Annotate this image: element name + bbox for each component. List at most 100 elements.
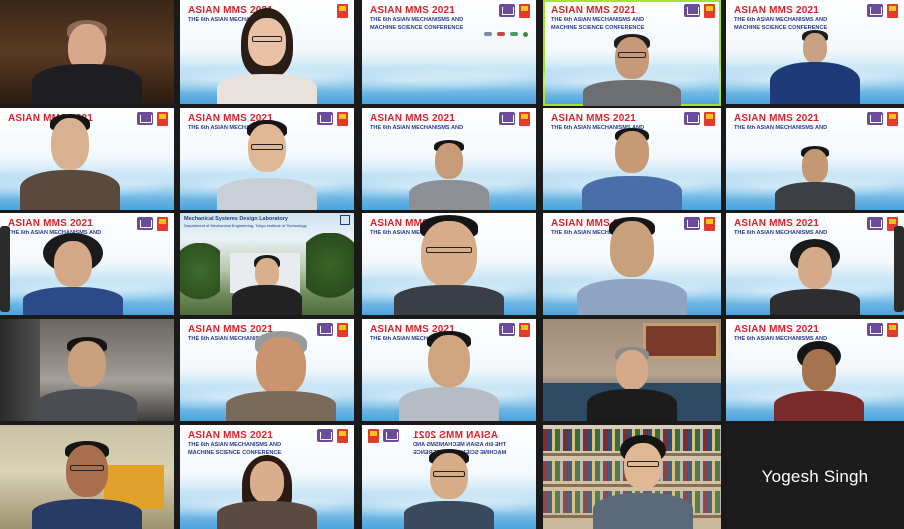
participant-tile[interactable]: ASIAN MMS 2021 THE 6th ASIAN MECHANISMS … <box>180 425 354 529</box>
conference-title: ASIAN MMS 2021 <box>734 218 820 229</box>
participant-tile[interactable] <box>543 425 721 529</box>
hust-logo-icon <box>519 323 530 337</box>
participant-tile[interactable] <box>0 319 174 421</box>
conference-subtitle: THE 6th ASIAN MECHANISMS AND <box>734 230 828 236</box>
iftomm-logo-icon <box>867 4 883 17</box>
conference-banner: ASIAN MMS 2021 THE 6th ASIAN MECHANISMS … <box>370 113 485 132</box>
hust-logo-icon <box>337 112 348 126</box>
participant-tile[interactable]: ASIAN MMS 2021 THE 6th ASIAN MECHANISMS … <box>0 213 174 315</box>
hust-logo-icon <box>704 112 715 126</box>
sponsor-logos <box>484 32 528 37</box>
participant-video <box>18 233 128 315</box>
participant-video <box>27 4 147 104</box>
participant-tile-no-video[interactable]: Yogesh Singh <box>726 425 904 529</box>
participant-tile[interactable]: ASIAN MMS 2021 THE 6th ASIAN MECHANISMS … <box>726 213 904 315</box>
iftomm-logo-icon <box>499 112 515 125</box>
conference-banner: ASIAN MMS 2021 THE 6th ASIAN MECHANISMS … <box>551 5 668 31</box>
participant-video <box>15 112 125 210</box>
hust-logo-icon <box>887 4 898 18</box>
conference-title: ASIAN MMS 2021 <box>551 5 637 16</box>
participant-tile[interactable]: Mechanical Systems Design Laboratory Dep… <box>180 213 354 315</box>
iftomm-logo-icon <box>684 112 700 125</box>
conference-title: ASIAN MMS 2021 <box>370 113 456 124</box>
participant-video <box>765 239 865 315</box>
conference-subtitle: MACHINE SCIENCE CONFERENCE <box>551 24 645 31</box>
conference-banner: ASIAN MMS 2021 THE 6th ASIAN MECHANISMS … <box>734 5 851 31</box>
conference-logos <box>684 112 715 126</box>
participant-video <box>27 441 147 529</box>
conference-title: ASIAN MMS 2021 <box>188 430 274 441</box>
university-logo-icon <box>340 215 350 225</box>
participant-tile[interactable]: ASIAN MMS 2021 THE 6th ASIAN MECHANISMS … <box>726 108 904 210</box>
conference-title: ASIAN MMS 2021 <box>734 5 820 16</box>
conference-logos <box>337 4 348 18</box>
next-page-button[interactable] <box>894 226 904 312</box>
participant-video <box>765 30 865 104</box>
iftomm-logo-icon <box>867 323 883 336</box>
participant-tile-active-speaker[interactable]: ASIAN MMS 2021 THE 6th ASIAN MECHANISMS … <box>543 0 721 106</box>
hust-logo-icon <box>337 429 348 443</box>
conference-banner: ASIAN MMS 2021 THE 6th ASIAN MECHANISMS … <box>734 113 851 132</box>
conference-logos <box>867 4 898 18</box>
tree-image <box>306 233 354 313</box>
participant-video <box>588 435 698 529</box>
conference-banner: ASIAN MMS 2021 THE 6th ASIAN MECHANISMS … <box>734 324 851 343</box>
participant-tile[interactable]: ASIAN MMS 2021 THE 6th ASIAN MECHANISMS … <box>362 213 536 315</box>
conference-logos <box>867 112 898 126</box>
participant-video <box>32 337 142 421</box>
iftomm-logo-icon <box>684 4 700 17</box>
participant-video <box>389 215 509 315</box>
participant-video <box>404 140 494 210</box>
hust-logo-icon <box>704 4 715 18</box>
participant-video <box>221 331 341 421</box>
lab-title: Mechanical Systems Design Laboratory <box>184 216 288 222</box>
iftomm-logo-icon <box>137 217 153 230</box>
participant-tile[interactable]: ASIAN MMS 2021 THE 6th ASIAN MECHANISMS … <box>180 319 354 421</box>
participant-tile[interactable] <box>543 319 721 421</box>
conference-title: ASIAN MMS 2021 <box>370 5 456 16</box>
conference-logos <box>499 4 530 18</box>
participant-tile[interactable]: ASIAN MMS 2021 THE 6th ASIAN MECHANISMS … <box>362 0 536 104</box>
conference-logos <box>317 429 348 443</box>
conference-logos <box>137 217 168 231</box>
tree-image <box>180 243 220 313</box>
conference-subtitle: THE 6th ASIAN MECHANISMS AND <box>734 17 828 23</box>
hust-logo-icon <box>337 4 348 18</box>
conference-logos <box>499 112 530 126</box>
participant-video <box>769 341 869 421</box>
conference-subtitle: THE 6th ASIAN MECHANISMS AND <box>370 125 464 131</box>
participant-video <box>577 128 687 210</box>
iftomm-logo-icon <box>137 112 153 125</box>
participant-tile[interactable]: ASIAN MMS 2021 <box>0 108 174 210</box>
participant-video <box>577 34 687 106</box>
conference-logos <box>368 429 399 443</box>
hust-logo-icon <box>368 429 379 443</box>
participant-tile[interactable]: ASIAN MMS 2021 THE 6th ASIAN MECHANISMS … <box>543 213 721 315</box>
hust-logo-icon <box>519 4 530 18</box>
participant-tile[interactable]: ASIAN MMS 2021 THE 6th ASIAN MECHANISMS … <box>726 0 904 104</box>
participant-tile[interactable]: ASIAN MMS 2021 THE 6th ASIAN MECHANISMS … <box>543 108 721 210</box>
participant-tile-mirrored[interactable]: ASIAN MMS 2021 THE 6th ASIAN MECHANISMS … <box>362 425 536 529</box>
conference-title: ASIAN MMS 2021 <box>734 324 820 335</box>
lab-banner: Mechanical Systems Design Laboratory Dep… <box>184 216 350 228</box>
participant-tile[interactable]: ASIAN MMS 2021 THE 6th ASIAN MECHANISMS … <box>180 0 354 104</box>
conference-subtitle: THE 6th ASIAN MECHANISMS AND <box>551 17 645 23</box>
conference-banner: ASIAN MMS 2021 THE 6th ASIAN MECHANISMS … <box>188 430 303 456</box>
participant-tile[interactable]: ASIAN MMS 2021 THE 6th ASIAN MECHANISMS … <box>362 108 536 210</box>
hust-logo-icon <box>157 112 168 126</box>
participant-video <box>227 255 307 315</box>
participant-tile[interactable] <box>0 425 174 529</box>
participant-tile[interactable]: ASIAN MMS 2021 THE 6th ASIAN MECHANISMS … <box>726 319 904 421</box>
participant-video <box>212 6 322 104</box>
participant-tile[interactable] <box>0 0 174 104</box>
conference-subtitle: THE 6th ASIAN MECHANISMS AND <box>188 442 282 448</box>
hust-logo-icon <box>887 112 898 126</box>
iftomm-logo-icon <box>867 112 883 125</box>
previous-page-button[interactable] <box>0 226 10 312</box>
participant-tile[interactable]: ASIAN MMS 2021 THE 6th ASIAN MECHANISMS … <box>180 108 354 210</box>
hust-logo-icon <box>887 323 898 337</box>
gallery-view: ASIAN MMS 2021 THE 6th ASIAN MECHANISMS … <box>0 0 904 529</box>
participant-tile[interactable]: ASIAN MMS 2021 THE 6th ASIAN MECHANISMS … <box>362 319 536 421</box>
participant-video <box>394 331 504 421</box>
lab-subtitle: Department of Mechanical Engineering, To… <box>184 223 307 228</box>
